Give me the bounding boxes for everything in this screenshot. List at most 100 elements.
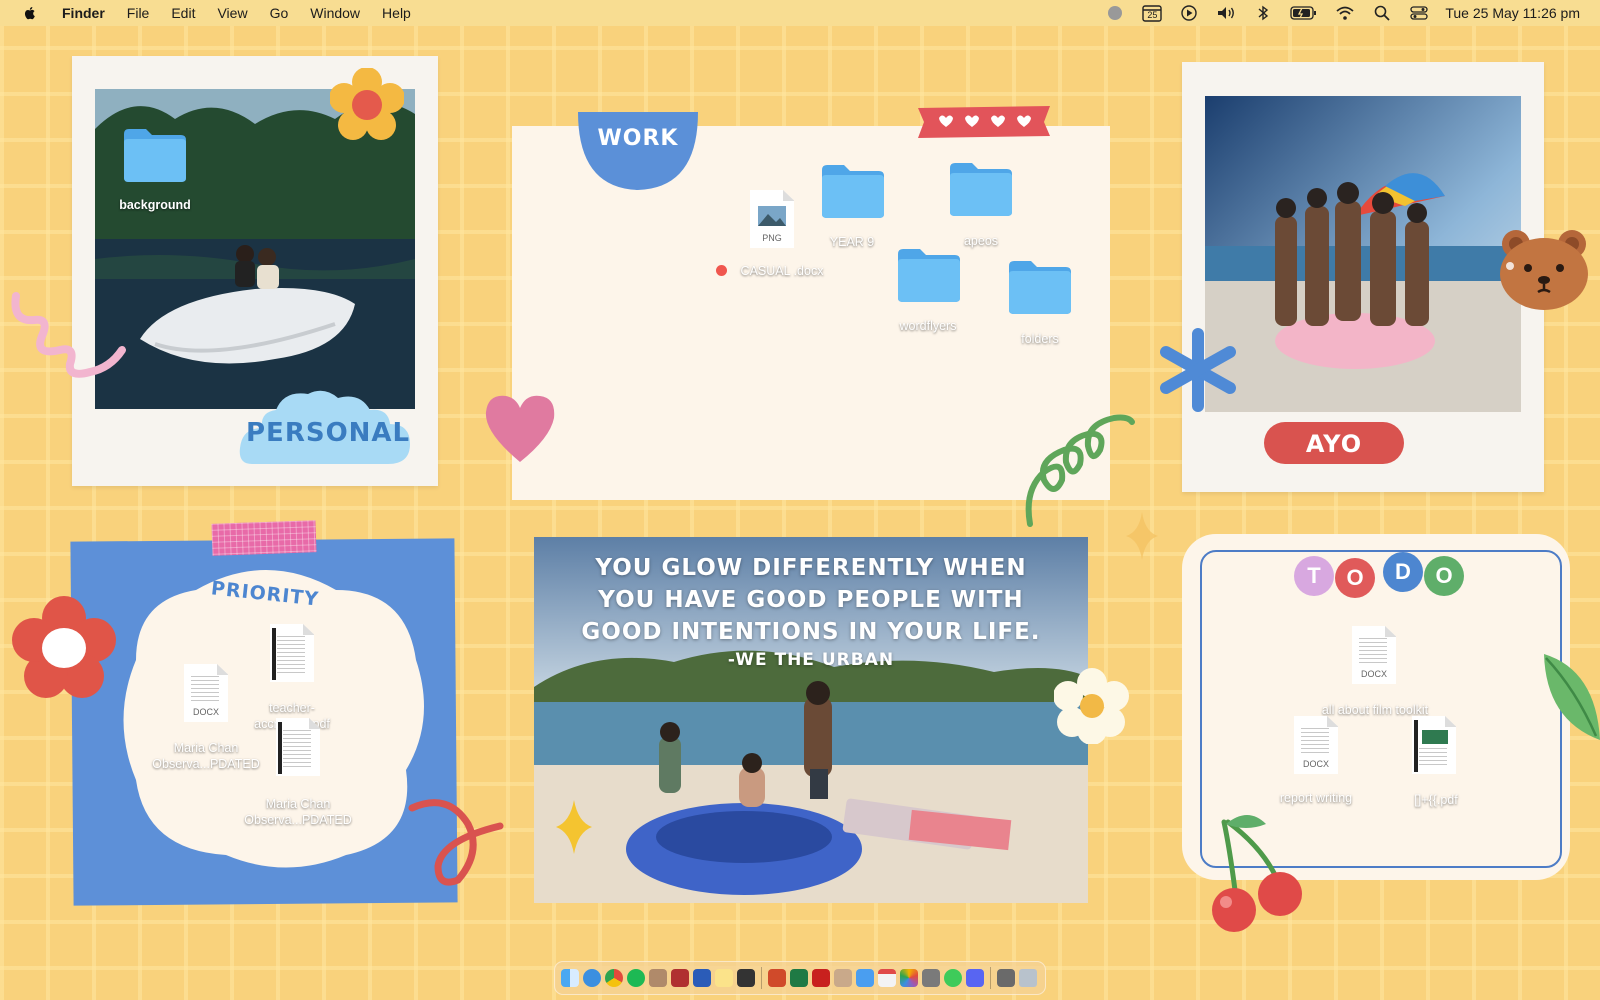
personal-label: PERSONAL bbox=[246, 418, 411, 448]
battery-icon[interactable] bbox=[1290, 4, 1318, 22]
dock-separator bbox=[990, 967, 991, 989]
calendar-day: 25 bbox=[1147, 10, 1158, 20]
wifi-icon[interactable] bbox=[1335, 4, 1355, 22]
folder-label-folders[interactable]: folders bbox=[980, 331, 1100, 347]
search-icon[interactable] bbox=[1372, 4, 1392, 22]
file-label-maria1[interactable]: Maria Chan Observa...PDATED bbox=[144, 740, 268, 772]
screenshot-app-icon[interactable] bbox=[737, 969, 755, 987]
daisy-sticker bbox=[1054, 668, 1129, 744]
file-label-report[interactable]: report writing bbox=[1256, 790, 1376, 806]
finder-app-icon[interactable] bbox=[561, 969, 579, 987]
folder-icon[interactable] bbox=[122, 126, 188, 184]
folder-icon[interactable] bbox=[896, 246, 962, 304]
png-file-icon[interactable]: PNG bbox=[750, 190, 794, 248]
hearts-tape-sticker bbox=[918, 106, 1050, 138]
quote-text: YOU GLOW DIFFERENTLY WHEN YOU HAVE GOOD … bbox=[534, 552, 1088, 672]
photos-app-icon[interactable] bbox=[900, 969, 918, 987]
flower-sticker bbox=[330, 68, 404, 140]
todo-letter-o2: O bbox=[1424, 556, 1464, 596]
mail-app-icon[interactable] bbox=[856, 969, 874, 987]
spiral-sticker bbox=[1025, 414, 1135, 527]
pdf-margin-bar bbox=[272, 628, 276, 680]
pdf-file-icon[interactable] bbox=[276, 718, 320, 776]
calendar-icon[interactable]: 25 bbox=[1142, 4, 1163, 22]
preview-app-icon[interactable] bbox=[834, 969, 852, 987]
file-ext-docx: DOCX bbox=[1302, 759, 1329, 769]
folder-icon[interactable] bbox=[1007, 258, 1073, 316]
chrome-app-icon[interactable] bbox=[605, 969, 623, 987]
menu-view[interactable]: View bbox=[217, 5, 247, 21]
cherry-sticker bbox=[1212, 815, 1302, 932]
apple-icon[interactable] bbox=[22, 5, 38, 21]
contacts-app-icon[interactable] bbox=[649, 969, 667, 987]
play-icon[interactable] bbox=[1179, 4, 1199, 22]
trash-icon[interactable] bbox=[1019, 969, 1037, 987]
record-icon[interactable] bbox=[1105, 4, 1125, 22]
menu-file[interactable]: File bbox=[127, 5, 150, 21]
docx-file-icon[interactable]: DOCX bbox=[1352, 626, 1396, 684]
pdf-green-block bbox=[1422, 730, 1448, 744]
quote-line-1: YOU GLOW DIFFERENTLY WHEN bbox=[595, 555, 1027, 581]
bear-sticker bbox=[1500, 230, 1588, 310]
ayo-label: AYO bbox=[1305, 430, 1363, 458]
messages-app-icon[interactable] bbox=[944, 969, 962, 987]
menubar-clock[interactable]: Tue 25 May 11:26 pm bbox=[1445, 5, 1580, 21]
file-ext-docx: DOCX bbox=[1360, 669, 1387, 679]
dictionary-app-icon[interactable] bbox=[671, 969, 689, 987]
doc-lines bbox=[191, 676, 219, 704]
menu-help[interactable]: Help bbox=[382, 5, 411, 21]
file-label-maria2[interactable]: Maria Chan Observa...PDATED bbox=[236, 796, 360, 828]
folder-label-background[interactable]: background bbox=[95, 197, 215, 213]
docx-file-icon[interactable]: DOCX bbox=[184, 664, 228, 722]
folder-icon[interactable] bbox=[948, 160, 1014, 218]
downloads-stack-icon[interactable] bbox=[997, 969, 1015, 987]
pdf-margin-bar bbox=[1414, 720, 1418, 772]
dock-separator bbox=[761, 967, 762, 989]
word-app-icon[interactable] bbox=[693, 969, 711, 987]
control-center-icon[interactable] bbox=[1409, 4, 1429, 22]
file-label-casual[interactable]: CASUAL .docx bbox=[722, 263, 842, 279]
file-label-pdf2[interactable]: []+{{.pdf bbox=[1376, 792, 1496, 808]
todo-letter-stickers: T O D O bbox=[1294, 552, 1464, 598]
doc-lines bbox=[283, 730, 311, 770]
todo-letter-d: D bbox=[1383, 552, 1423, 592]
printer-app-icon[interactable] bbox=[922, 969, 940, 987]
quote-author: -WE THE URBAN bbox=[727, 650, 895, 670]
pdf-file-icon[interactable] bbox=[270, 624, 314, 682]
spotify-app-icon[interactable] bbox=[627, 969, 645, 987]
folder-icon[interactable] bbox=[820, 162, 886, 220]
doc-lines bbox=[1359, 638, 1387, 666]
menu-bar: Finder File Edit View Go Window Help 25 bbox=[0, 0, 1600, 26]
heart-sticker bbox=[485, 395, 555, 462]
dock bbox=[554, 961, 1046, 995]
menu-go[interactable]: Go bbox=[270, 5, 289, 21]
doc-lines bbox=[277, 636, 305, 676]
doc-lines bbox=[1301, 728, 1329, 756]
acrobat-app-icon[interactable] bbox=[812, 969, 830, 987]
pdf-file-icon[interactable] bbox=[1412, 716, 1456, 774]
menu-finder[interactable]: Finder bbox=[62, 5, 105, 21]
menu-window[interactable]: Window bbox=[310, 5, 360, 21]
notes-app-icon[interactable] bbox=[715, 969, 733, 987]
asterisk-sticker bbox=[1160, 328, 1236, 412]
safari-app-icon[interactable] bbox=[583, 969, 601, 987]
volume-icon[interactable] bbox=[1216, 4, 1236, 22]
red-loop-sticker bbox=[408, 799, 504, 886]
excel-app-icon[interactable] bbox=[790, 969, 808, 987]
docx-file-icon[interactable]: DOCX bbox=[1294, 716, 1338, 774]
folder-label-wordflyers[interactable]: wordflyers bbox=[868, 318, 988, 334]
doc-lines bbox=[1419, 748, 1447, 768]
todo-letter-o1: O bbox=[1335, 558, 1375, 598]
discord-app-icon[interactable] bbox=[966, 969, 984, 987]
file-label-film[interactable]: all about film toolkit bbox=[1320, 702, 1430, 718]
pink-grid-tape bbox=[211, 520, 317, 556]
quote-line-2: YOU HAVE GOOD PEOPLE WITH bbox=[598, 587, 1024, 613]
bluetooth-icon[interactable] bbox=[1253, 4, 1273, 22]
folder-label-year9[interactable]: YEAR 9 bbox=[792, 234, 912, 250]
calendar-app-icon[interactable] bbox=[878, 969, 896, 987]
leaf-sticker bbox=[1544, 654, 1600, 740]
powerpoint-app-icon[interactable] bbox=[768, 969, 786, 987]
menu-edit[interactable]: Edit bbox=[171, 5, 195, 21]
work-tab-sticker bbox=[578, 112, 698, 190]
faint-sparkle-sticker bbox=[1126, 512, 1158, 560]
